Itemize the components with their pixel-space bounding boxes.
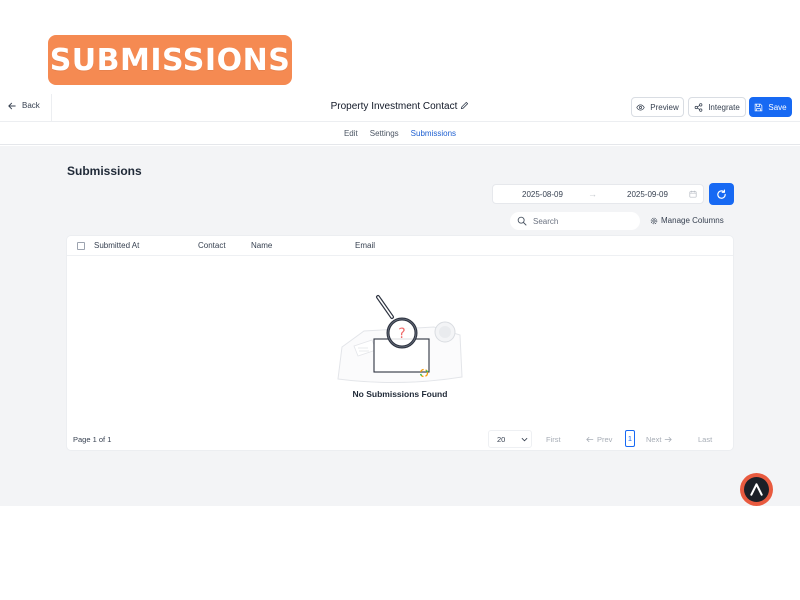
preview-label: Preview [650, 102, 679, 112]
top-bar: Back Property Investment Contact Preview… [0, 94, 800, 122]
tab-settings[interactable]: Settings [370, 129, 399, 138]
column-name[interactable]: Name [251, 241, 272, 250]
tab-edit[interactable]: Edit [344, 129, 358, 138]
submissions-banner: SUBMISSIONS [48, 35, 292, 85]
start-date[interactable]: 2025-08-09 [522, 190, 563, 199]
submissions-table: Submitted At Contact Name Email ? No Sub… [67, 236, 733, 450]
save-label: Save [768, 102, 787, 112]
save-button[interactable]: Save [749, 97, 792, 117]
brand-logo-inner [744, 477, 769, 502]
chevron-down-icon [521, 437, 528, 442]
arrow-left-icon [586, 436, 594, 443]
page-info: Page 1 of 1 [73, 435, 112, 444]
date-range-picker[interactable]: 2025-08-09 → 2025-09-09 [492, 184, 704, 204]
manage-columns-button[interactable]: Manage Columns [650, 216, 724, 225]
search-icon [517, 216, 527, 226]
page-size-select[interactable]: 20 [488, 430, 532, 448]
brand-logo-button[interactable] [740, 473, 773, 506]
pencil-icon[interactable] [460, 101, 469, 110]
integrate-button[interactable]: Integrate [688, 97, 746, 117]
current-page-button[interactable]: 1 [625, 430, 635, 447]
integrate-label: Integrate [708, 102, 740, 112]
tab-bar: Edit Settings Submissions [0, 123, 800, 145]
arrow-right-icon [665, 436, 673, 443]
next-label: Next [646, 435, 662, 444]
empty-state-illustration: ? [337, 295, 463, 384]
share-icon [694, 102, 703, 112]
select-all-checkbox[interactable] [77, 242, 85, 250]
gear-icon [650, 217, 658, 224]
svg-text:?: ? [398, 326, 405, 342]
refresh-icon [717, 189, 726, 199]
prev-label: Prev [597, 435, 613, 444]
form-title-text: Property Investment Contact [330, 101, 458, 112]
search-box[interactable] [510, 212, 640, 230]
eye-icon [636, 103, 645, 111]
banner-text: SUBMISSIONS [49, 42, 291, 78]
preview-button[interactable]: Preview [631, 97, 684, 117]
page-title: Submissions [67, 164, 142, 178]
main-content: Submissions 2025-08-09 → 2025-09-09 Mana… [0, 146, 800, 506]
manage-columns-label: Manage Columns [661, 216, 724, 225]
tab-submissions[interactable]: Submissions [411, 129, 456, 138]
column-submitted-at[interactable]: Submitted At [94, 241, 139, 250]
refresh-button[interactable] [709, 183, 734, 205]
floppy-disk-icon [755, 103, 763, 111]
first-page-button[interactable]: First [546, 435, 561, 444]
table-footer: Page 1 of 1 20 First Prev 1 Next Last [67, 428, 733, 450]
brand-logo-icon [750, 483, 763, 496]
table-header: Submitted At Contact Name Email [67, 236, 733, 256]
date-range-arrow: → [588, 189, 597, 199]
last-page-button[interactable]: Last [698, 435, 712, 444]
empty-state-message: No Submissions Found [352, 389, 448, 399]
page-size-value: 20 [497, 435, 506, 444]
column-email[interactable]: Email [355, 241, 375, 250]
column-contact[interactable]: Contact [198, 241, 226, 250]
next-page-button[interactable]: Next [646, 435, 673, 444]
end-date[interactable]: 2025-09-09 [627, 190, 668, 199]
calendar-icon [689, 190, 697, 198]
search-input[interactable] [533, 216, 633, 226]
prev-page-button[interactable]: Prev [586, 435, 612, 444]
